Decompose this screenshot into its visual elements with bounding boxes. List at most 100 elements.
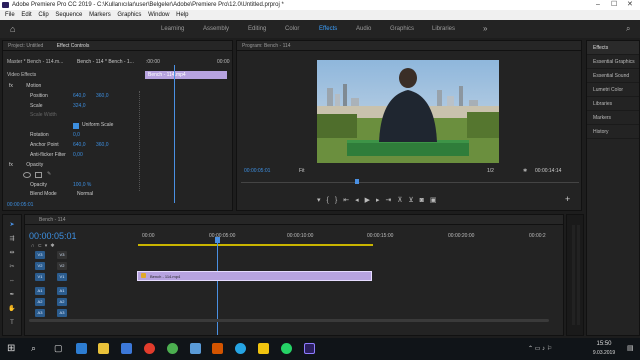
store-icon[interactable] <box>121 343 132 354</box>
workspace-learning[interactable]: Learning <box>161 20 184 38</box>
antiflicker-value[interactable]: 0,00 <box>73 151 83 160</box>
maximize-icon[interactable]: ☐ <box>611 0 617 10</box>
menu-edit[interactable]: Edit <box>21 12 31 18</box>
ellipse-mask-icon[interactable] <box>23 172 31 178</box>
fx-opacity-label[interactable]: fx Opacity <box>9 161 43 170</box>
workspace-libraries[interactable]: Libraries <box>432 20 455 38</box>
program-scrub-bar[interactable] <box>241 182 579 183</box>
selection-tool-icon[interactable]: ➤ <box>8 221 16 229</box>
track-header-v2[interactable]: V2 <box>57 262 67 270</box>
workspace-assembly[interactable]: Assembly <box>203 20 229 38</box>
step-forward-icon[interactable]: ▸ <box>376 197 386 204</box>
chrome-icon[interactable] <box>167 343 178 354</box>
clock-date[interactable]: 9.03.2019 <box>586 350 622 356</box>
work-area-bar[interactable] <box>138 244 373 246</box>
ripple-edit-tool-icon[interactable]: ⇹ <box>8 249 16 257</box>
close-icon[interactable]: ✕ <box>627 0 633 10</box>
position-y-value[interactable]: 360,0 <box>96 92 109 101</box>
add-button-icon[interactable]: + <box>565 194 570 204</box>
workspace-effects[interactable]: Effects <box>319 20 337 38</box>
uniform-scale-checkbox[interactable] <box>73 123 79 129</box>
ec-playhead[interactable] <box>174 65 175 203</box>
opera-icon[interactable] <box>144 343 155 354</box>
notes-icon[interactable] <box>258 343 269 354</box>
track-target-v1[interactable]: V1 <box>35 273 45 281</box>
premiere-taskbar-icon[interactable] <box>304 343 315 354</box>
tray-icons[interactable]: ⌃ ▭ ♪ ⚐ <box>528 345 552 352</box>
telegram-icon[interactable] <box>235 343 246 354</box>
type-tool-icon[interactable]: T <box>8 319 16 327</box>
step-back-icon[interactable]: ◂ <box>355 197 365 204</box>
workspace-editing[interactable]: Editing <box>248 20 266 38</box>
go-to-in-icon[interactable]: ⇤ <box>343 197 355 204</box>
mark-out-icon[interactable]: } <box>335 197 343 204</box>
comparison-icon[interactable]: ▣ <box>430 197 443 204</box>
ec-clip-bar[interactable]: Bench - 114.mp4 <box>145 71 227 79</box>
taskbar-search-icon[interactable]: ⌕ <box>31 343 36 354</box>
ec-timecode[interactable]: 00:00:05:01 <box>7 201 33 210</box>
pen-mask-icon[interactable]: ✎ <box>47 170 51 179</box>
menu-clip[interactable]: Clip <box>38 12 48 18</box>
rotation-value[interactable]: 0,0 <box>73 131 80 140</box>
panel-lumetri-color[interactable]: Lumetri Color <box>587 83 639 97</box>
program-timecode[interactable]: 00:00:05:01 <box>244 167 270 176</box>
track-header-a2[interactable]: A2 <box>57 298 67 306</box>
track-header-v1[interactable]: V1 <box>57 273 67 281</box>
export-frame-icon[interactable]: ◙ <box>420 197 430 204</box>
panel-essential-sound[interactable]: Essential Sound <box>587 69 639 83</box>
scale-value[interactable]: 324,0 <box>73 102 86 111</box>
program-tab[interactable]: Program: Bench - 114 <box>237 41 581 51</box>
rectangle-mask-icon[interactable] <box>35 172 42 178</box>
snap-icon[interactable]: ∩ <box>31 243 38 249</box>
edge-icon[interactable] <box>76 343 87 354</box>
slip-tool-icon[interactable]: ⇔ <box>8 277 16 285</box>
track-target-a3[interactable]: A3 <box>35 309 45 317</box>
more-workspaces-icon[interactable]: » <box>483 20 487 38</box>
workspace-graphics[interactable]: Graphics <box>390 20 414 38</box>
play-icon[interactable]: ▶ <box>365 197 376 204</box>
linked-icon[interactable]: ⊂ <box>38 243 45 249</box>
pen-tool-icon[interactable]: ✒ <box>8 291 16 299</box>
panel-markers[interactable]: Markers <box>587 111 639 125</box>
home-icon[interactable]: ⌂ <box>10 20 15 38</box>
sequence-tab[interactable]: Bench - 114 <box>25 215 563 225</box>
timeline-settings-icon[interactable]: ✱ <box>50 243 57 249</box>
clip-selector[interactable]: Bench - 114 * Bench - 1... <box>77 58 134 67</box>
program-playhead[interactable] <box>355 179 359 184</box>
opacity-value[interactable]: 100,0 % <box>73 181 91 190</box>
go-to-out-icon[interactable]: ⇥ <box>386 197 398 204</box>
whatsapp-icon[interactable] <box>281 343 292 354</box>
panel-history[interactable]: History <box>587 125 639 139</box>
track-target-a1[interactable]: A1 <box>35 287 45 295</box>
anchor-x-value[interactable]: 640,0 <box>73 141 86 150</box>
fit-select[interactable]: Fit <box>299 167 305 176</box>
timeline-horizontal-scrollbar[interactable] <box>29 319 549 322</box>
photos-icon[interactable] <box>190 343 201 354</box>
track-target-v3[interactable]: V3 <box>35 251 45 259</box>
track-target-v2[interactable]: V2 <box>35 262 45 270</box>
menu-graphics[interactable]: Graphics <box>117 12 141 18</box>
razor-tool-icon[interactable]: ✂ <box>8 263 16 271</box>
menu-window[interactable]: Window <box>148 12 169 18</box>
menu-markers[interactable]: Markers <box>89 12 111 18</box>
track-target-a2[interactable]: A2 <box>35 298 45 306</box>
panel-effects[interactable]: Effects <box>587 41 639 55</box>
lift-icon[interactable]: ⊼ <box>397 197 408 204</box>
track-select-tool-icon[interactable]: ⇶ <box>8 235 16 243</box>
minimize-icon[interactable]: – <box>596 0 600 10</box>
notifications-icon[interactable]: ▤ <box>627 344 634 352</box>
workspace-color[interactable]: Color <box>285 20 299 38</box>
wrench-icon[interactable]: ✱ <box>523 167 527 176</box>
file-explorer-icon[interactable] <box>98 343 109 354</box>
video-frame[interactable] <box>317 60 499 163</box>
fx-motion-label[interactable]: fx Motion <box>9 82 41 91</box>
resolution-select[interactable]: 1/2 <box>487 167 494 176</box>
mark-in-icon[interactable]: { <box>327 197 335 204</box>
tab-project[interactable]: Project: Untitled <box>8 43 43 49</box>
clock-time[interactable]: 15:50 <box>590 341 618 347</box>
master-clip-label[interactable]: Master * Bench - 114.m... <box>7 58 63 67</box>
panel-libraries[interactable]: Libraries <box>587 97 639 111</box>
position-x-value[interactable]: 640,0 <box>73 92 86 101</box>
menu-help[interactable]: Help <box>176 12 188 18</box>
search-icon[interactable]: ⌕ <box>626 20 630 38</box>
